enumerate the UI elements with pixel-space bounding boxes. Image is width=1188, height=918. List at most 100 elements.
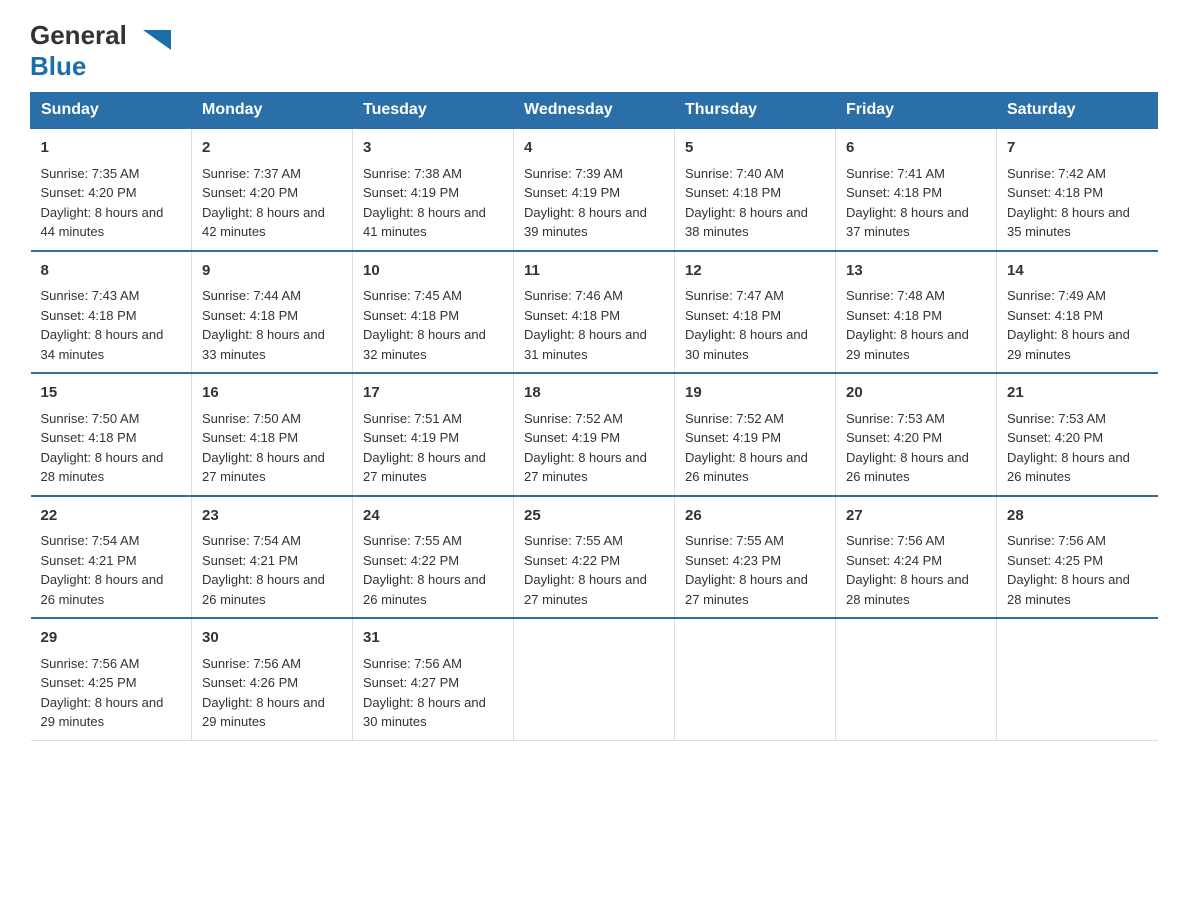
day-number: 20 bbox=[846, 382, 986, 405]
day-number: 7 bbox=[1007, 137, 1148, 160]
day-number: 2 bbox=[202, 137, 342, 160]
day-number: 3 bbox=[363, 137, 503, 160]
weekday-sunday: Sunday bbox=[31, 93, 192, 129]
day-number: 13 bbox=[846, 260, 986, 283]
day-sunrise: Sunrise: 7:55 AM bbox=[685, 533, 784, 548]
day-sunrise: Sunrise: 7:55 AM bbox=[363, 533, 462, 548]
day-daylight: Daylight: 8 hours and 29 minutes bbox=[41, 695, 164, 730]
day-cell: 30Sunrise: 7:56 AMSunset: 4:26 PMDayligh… bbox=[192, 618, 353, 740]
day-cell bbox=[675, 618, 836, 740]
day-cell: 1Sunrise: 7:35 AMSunset: 4:20 PMDaylight… bbox=[31, 128, 192, 251]
day-number: 29 bbox=[41, 627, 182, 650]
day-daylight: Daylight: 8 hours and 26 minutes bbox=[41, 572, 164, 607]
day-sunrise: Sunrise: 7:56 AM bbox=[1007, 533, 1106, 548]
logo: General Blue bbox=[30, 20, 171, 82]
day-sunset: Sunset: 4:18 PM bbox=[363, 308, 459, 323]
day-cell: 21Sunrise: 7:53 AMSunset: 4:20 PMDayligh… bbox=[997, 373, 1158, 496]
day-daylight: Daylight: 8 hours and 42 minutes bbox=[202, 205, 325, 240]
day-daylight: Daylight: 8 hours and 26 minutes bbox=[363, 572, 486, 607]
day-sunrise: Sunrise: 7:56 AM bbox=[363, 656, 462, 671]
page-header: General Blue bbox=[30, 20, 1158, 82]
day-daylight: Daylight: 8 hours and 26 minutes bbox=[1007, 450, 1130, 485]
day-sunrise: Sunrise: 7:55 AM bbox=[524, 533, 623, 548]
day-cell: 18Sunrise: 7:52 AMSunset: 4:19 PMDayligh… bbox=[514, 373, 675, 496]
day-daylight: Daylight: 8 hours and 30 minutes bbox=[363, 695, 486, 730]
weekday-header-row: SundayMondayTuesdayWednesdayThursdayFrid… bbox=[31, 93, 1158, 129]
day-number: 21 bbox=[1007, 382, 1148, 405]
day-cell: 16Sunrise: 7:50 AMSunset: 4:18 PMDayligh… bbox=[192, 373, 353, 496]
day-daylight: Daylight: 8 hours and 29 minutes bbox=[846, 327, 969, 362]
day-daylight: Daylight: 8 hours and 37 minutes bbox=[846, 205, 969, 240]
day-cell: 31Sunrise: 7:56 AMSunset: 4:27 PMDayligh… bbox=[353, 618, 514, 740]
day-daylight: Daylight: 8 hours and 29 minutes bbox=[202, 695, 325, 730]
weekday-tuesday: Tuesday bbox=[353, 93, 514, 129]
calendar-table: SundayMondayTuesdayWednesdayThursdayFrid… bbox=[30, 92, 1158, 741]
day-sunrise: Sunrise: 7:53 AM bbox=[846, 411, 945, 426]
week-row-3: 15Sunrise: 7:50 AMSunset: 4:18 PMDayligh… bbox=[31, 373, 1158, 496]
day-sunrise: Sunrise: 7:56 AM bbox=[846, 533, 945, 548]
day-number: 10 bbox=[363, 260, 503, 283]
day-daylight: Daylight: 8 hours and 27 minutes bbox=[685, 572, 808, 607]
day-sunset: Sunset: 4:22 PM bbox=[524, 553, 620, 568]
day-sunset: Sunset: 4:19 PM bbox=[524, 185, 620, 200]
day-sunrise: Sunrise: 7:42 AM bbox=[1007, 166, 1106, 181]
day-daylight: Daylight: 8 hours and 29 minutes bbox=[1007, 327, 1130, 362]
day-sunrise: Sunrise: 7:51 AM bbox=[363, 411, 462, 426]
day-cell bbox=[997, 618, 1158, 740]
day-sunrise: Sunrise: 7:56 AM bbox=[202, 656, 301, 671]
day-cell: 4Sunrise: 7:39 AMSunset: 4:19 PMDaylight… bbox=[514, 128, 675, 251]
day-number: 8 bbox=[41, 260, 182, 283]
day-cell: 25Sunrise: 7:55 AMSunset: 4:22 PMDayligh… bbox=[514, 496, 675, 619]
day-cell: 6Sunrise: 7:41 AMSunset: 4:18 PMDaylight… bbox=[836, 128, 997, 251]
day-daylight: Daylight: 8 hours and 28 minutes bbox=[846, 572, 969, 607]
day-cell bbox=[836, 618, 997, 740]
day-number: 22 bbox=[41, 505, 182, 528]
day-sunrise: Sunrise: 7:50 AM bbox=[202, 411, 301, 426]
day-daylight: Daylight: 8 hours and 28 minutes bbox=[41, 450, 164, 485]
day-cell: 8Sunrise: 7:43 AMSunset: 4:18 PMDaylight… bbox=[31, 251, 192, 374]
day-number: 19 bbox=[685, 382, 825, 405]
day-sunset: Sunset: 4:25 PM bbox=[1007, 553, 1103, 568]
day-daylight: Daylight: 8 hours and 27 minutes bbox=[524, 572, 647, 607]
day-sunset: Sunset: 4:25 PM bbox=[41, 675, 137, 690]
day-sunrise: Sunrise: 7:50 AM bbox=[41, 411, 140, 426]
day-daylight: Daylight: 8 hours and 33 minutes bbox=[202, 327, 325, 362]
day-daylight: Daylight: 8 hours and 44 minutes bbox=[41, 205, 164, 240]
day-sunrise: Sunrise: 7:54 AM bbox=[202, 533, 301, 548]
day-sunset: Sunset: 4:18 PM bbox=[41, 430, 137, 445]
day-sunset: Sunset: 4:19 PM bbox=[363, 185, 459, 200]
weekday-wednesday: Wednesday bbox=[514, 93, 675, 129]
day-daylight: Daylight: 8 hours and 27 minutes bbox=[524, 450, 647, 485]
day-sunrise: Sunrise: 7:43 AM bbox=[41, 288, 140, 303]
day-daylight: Daylight: 8 hours and 26 minutes bbox=[202, 572, 325, 607]
day-daylight: Daylight: 8 hours and 26 minutes bbox=[846, 450, 969, 485]
day-number: 23 bbox=[202, 505, 342, 528]
day-number: 24 bbox=[363, 505, 503, 528]
day-cell bbox=[514, 618, 675, 740]
day-cell: 20Sunrise: 7:53 AMSunset: 4:20 PMDayligh… bbox=[836, 373, 997, 496]
day-number: 11 bbox=[524, 260, 664, 283]
day-cell: 28Sunrise: 7:56 AMSunset: 4:25 PMDayligh… bbox=[997, 496, 1158, 619]
day-cell: 13Sunrise: 7:48 AMSunset: 4:18 PMDayligh… bbox=[836, 251, 997, 374]
day-sunrise: Sunrise: 7:45 AM bbox=[363, 288, 462, 303]
day-sunset: Sunset: 4:18 PM bbox=[1007, 185, 1103, 200]
day-sunrise: Sunrise: 7:48 AM bbox=[846, 288, 945, 303]
day-cell: 27Sunrise: 7:56 AMSunset: 4:24 PMDayligh… bbox=[836, 496, 997, 619]
day-number: 31 bbox=[363, 627, 503, 650]
day-cell: 3Sunrise: 7:38 AMSunset: 4:19 PMDaylight… bbox=[353, 128, 514, 251]
day-sunset: Sunset: 4:21 PM bbox=[41, 553, 137, 568]
day-sunset: Sunset: 4:21 PM bbox=[202, 553, 298, 568]
day-sunset: Sunset: 4:20 PM bbox=[41, 185, 137, 200]
day-daylight: Daylight: 8 hours and 41 minutes bbox=[363, 205, 486, 240]
day-daylight: Daylight: 8 hours and 34 minutes bbox=[41, 327, 164, 362]
day-cell: 19Sunrise: 7:52 AMSunset: 4:19 PMDayligh… bbox=[675, 373, 836, 496]
day-daylight: Daylight: 8 hours and 26 minutes bbox=[685, 450, 808, 485]
day-number: 18 bbox=[524, 382, 664, 405]
day-cell: 22Sunrise: 7:54 AMSunset: 4:21 PMDayligh… bbox=[31, 496, 192, 619]
day-sunrise: Sunrise: 7:56 AM bbox=[41, 656, 140, 671]
day-daylight: Daylight: 8 hours and 38 minutes bbox=[685, 205, 808, 240]
day-cell: 17Sunrise: 7:51 AMSunset: 4:19 PMDayligh… bbox=[353, 373, 514, 496]
day-cell: 2Sunrise: 7:37 AMSunset: 4:20 PMDaylight… bbox=[192, 128, 353, 251]
day-sunrise: Sunrise: 7:37 AM bbox=[202, 166, 301, 181]
day-number: 17 bbox=[363, 382, 503, 405]
